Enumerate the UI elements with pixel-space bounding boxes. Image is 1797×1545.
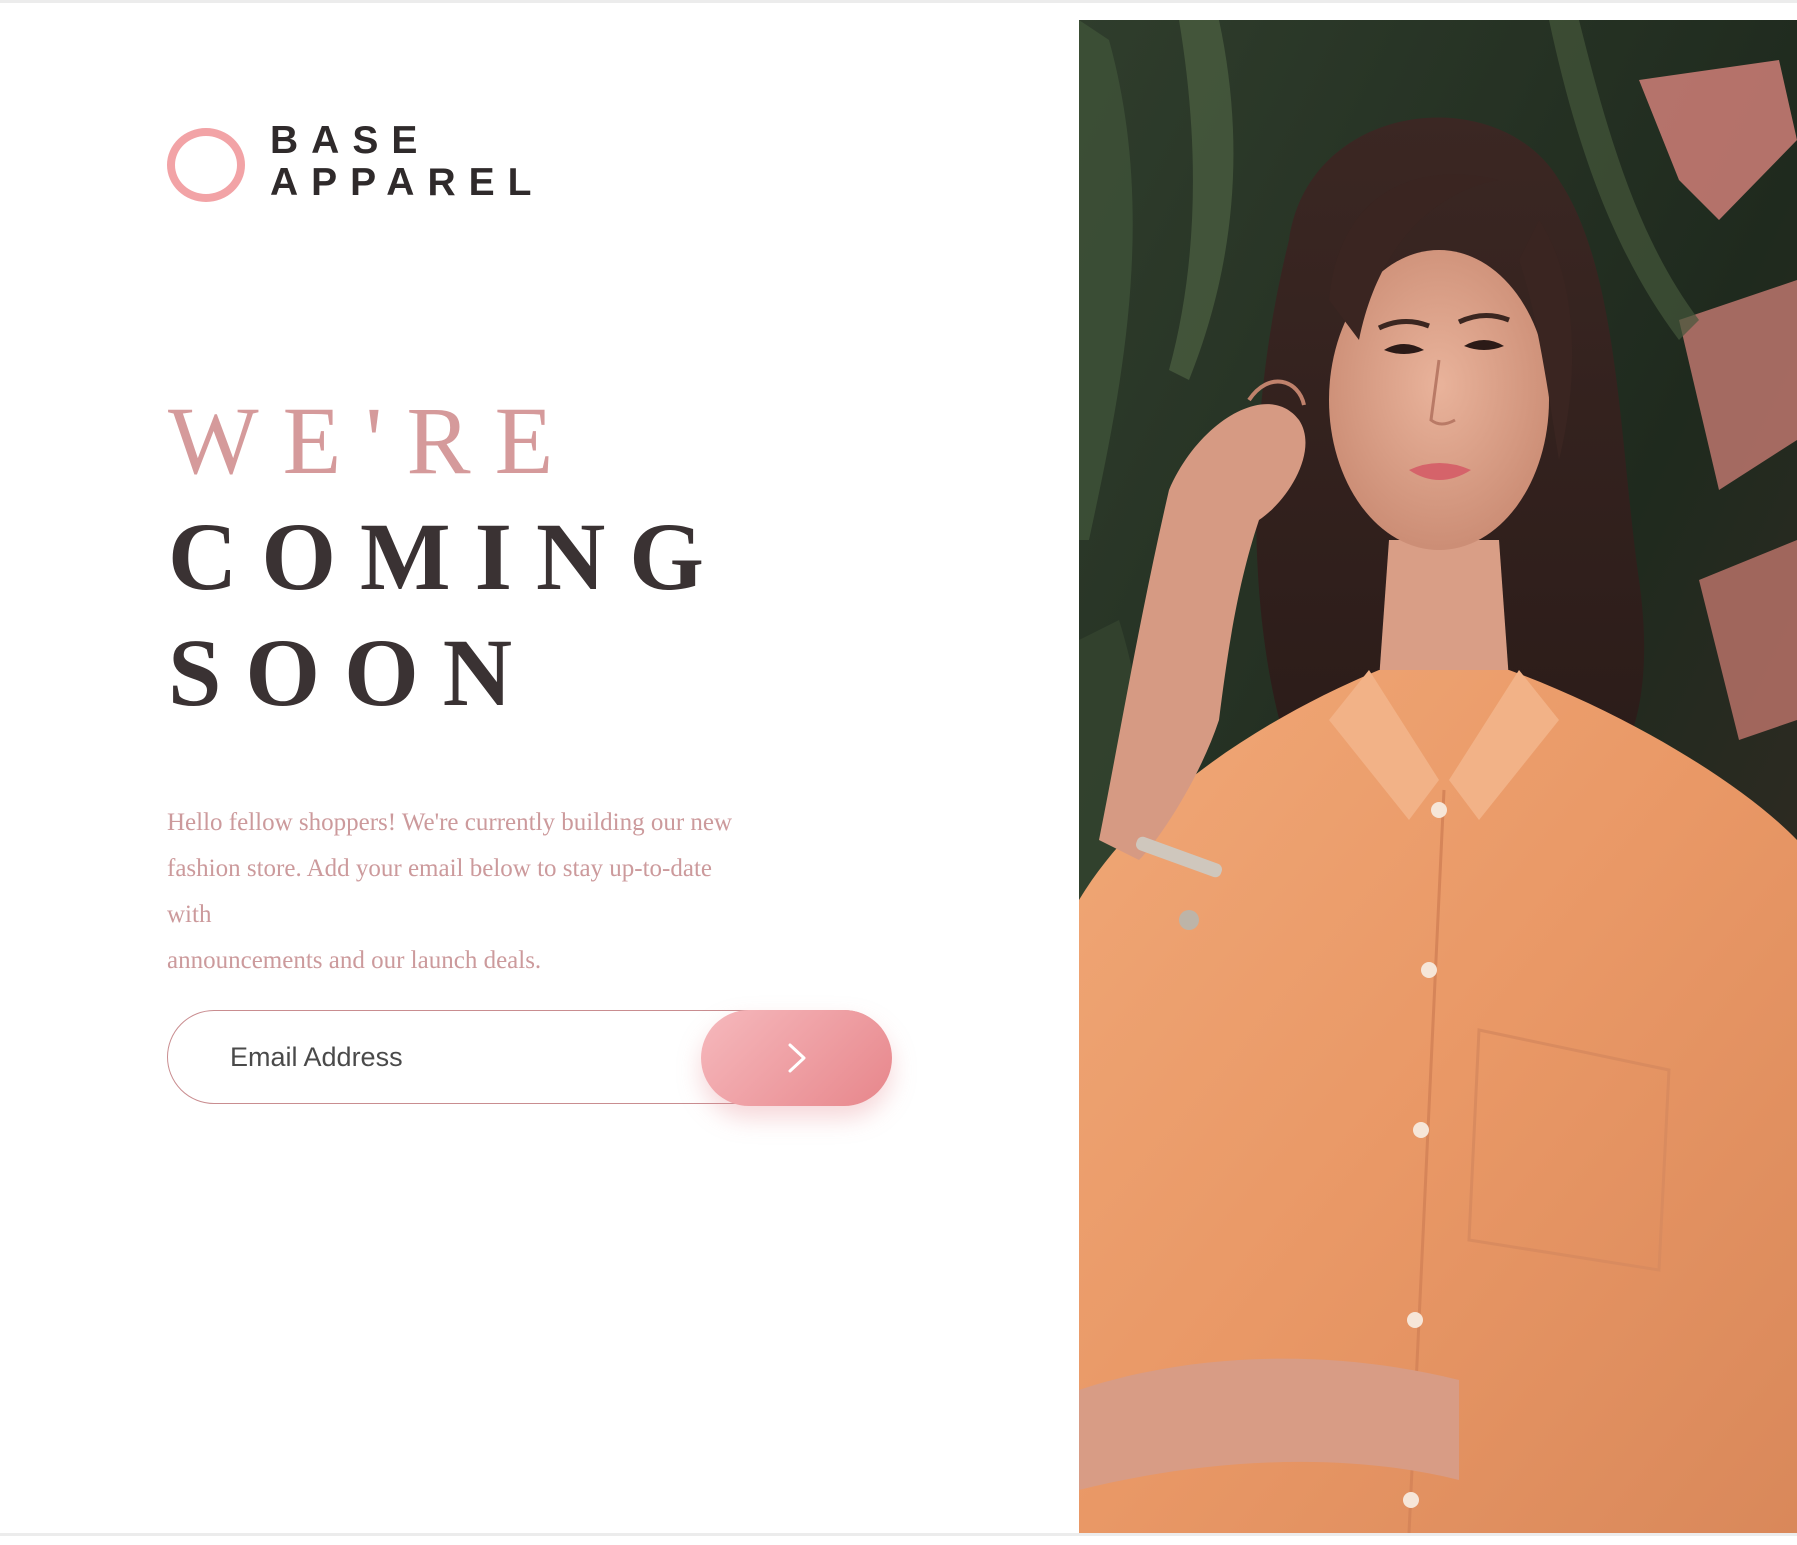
- heading-line-were: WE'RE: [168, 387, 578, 494]
- intro-line-3: with: [167, 901, 212, 928]
- submit-button[interactable]: [701, 1010, 892, 1106]
- heading-line-soon: SOON: [168, 619, 537, 726]
- hero-photo: [1079, 20, 1797, 1533]
- logo-ring-icon: [167, 128, 245, 202]
- top-divider: [0, 0, 1797, 3]
- logo-line-base: BASE: [270, 119, 431, 162]
- intro-paragraph: Hello fellow shoppers! We're currently b…: [167, 800, 887, 984]
- intro-line-4: announcements and our launch deals.: [167, 947, 542, 974]
- bottom-divider: [0, 1533, 1797, 1536]
- intro-line-1: Hello fellow shoppers! We're currently b…: [167, 809, 733, 836]
- page-heading: WE'RE COMING SOON: [168, 383, 728, 731]
- logo-wordmark: BASE APPAREL: [270, 120, 544, 204]
- email-signup-form: [167, 1010, 892, 1106]
- brand-logo[interactable]: BASE APPAREL: [167, 120, 567, 204]
- chevron-right-icon: [786, 1041, 808, 1075]
- intro-line-2: fashion store. Add your email below to s…: [167, 855, 713, 882]
- heading-line-coming: COMING: [168, 503, 728, 610]
- logo-line-apparel: APPAREL: [270, 161, 545, 204]
